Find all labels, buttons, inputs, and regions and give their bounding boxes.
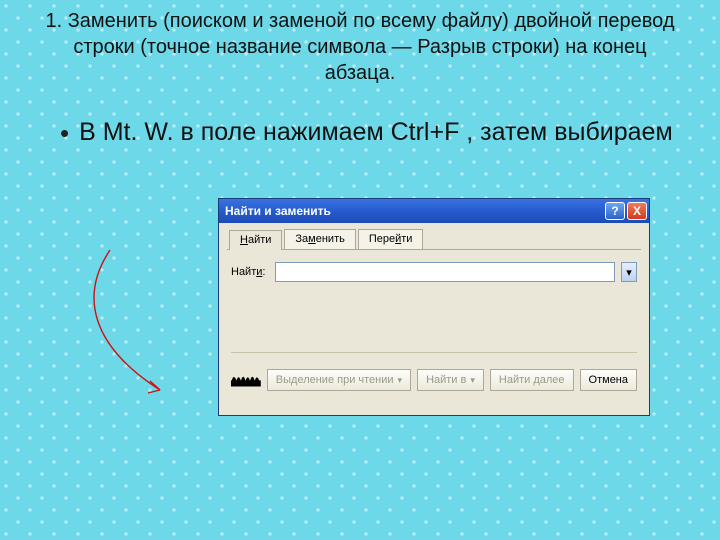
dialog-tabs: Найти Заменить Перейти xyxy=(227,229,641,250)
cancel-button[interactable]: Отмена xyxy=(580,369,637,391)
find-input-dropdown[interactable]: ▾ xyxy=(621,262,637,282)
bullet-block: • В Mt. W. в поле нажимаем Ctrl+F , зате… xyxy=(0,86,720,149)
close-button[interactable]: X xyxy=(627,202,647,220)
chevron-down-icon: ▾ xyxy=(398,375,403,386)
bullet-text: В Mt. W. в поле нажимаем Ctrl+F , затем … xyxy=(79,116,673,149)
arrow-annotation xyxy=(60,245,180,405)
chevron-down-icon: ▾ xyxy=(626,266,632,279)
tab-replace[interactable]: Заменить xyxy=(284,229,355,249)
slide-heading: 1. Заменить (поиском и заменой по всему … xyxy=(0,0,720,86)
find-next-button[interactable]: Найти далее xyxy=(490,369,574,391)
dialog-button-row: Выделение при чтении ▾ Найти в ▾ Найти д… xyxy=(231,363,637,397)
bullet-marker: • xyxy=(60,116,69,149)
chevron-down-icon: ▾ xyxy=(470,375,475,386)
find-field-row: Найти: ▾ xyxy=(231,262,637,282)
redacted-scribble xyxy=(231,363,261,397)
find-label: Найти: xyxy=(231,266,269,278)
tab-find[interactable]: Найти xyxy=(229,230,282,250)
divider xyxy=(231,352,637,353)
highlight-reading-button[interactable]: Выделение при чтении ▾ xyxy=(267,369,411,391)
dialog-titlebar[interactable]: Найти и заменить ? X xyxy=(219,199,649,223)
find-replace-dialog: Найти и заменить ? X Найти Заменить Пере… xyxy=(218,198,650,416)
tab-goto[interactable]: Перейти xyxy=(358,229,424,249)
find-in-button[interactable]: Найти в ▾ xyxy=(417,369,484,391)
help-button[interactable]: ? xyxy=(605,202,625,220)
dialog-title: Найти и заменить xyxy=(225,204,605,218)
find-input[interactable] xyxy=(275,262,615,282)
